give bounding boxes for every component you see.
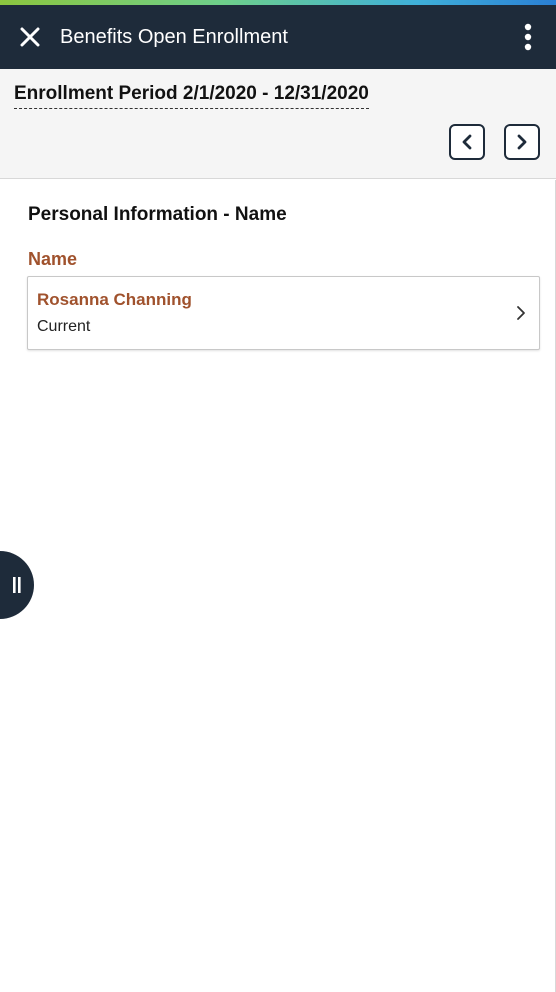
chevron-right-icon — [517, 134, 527, 150]
previous-button[interactable] — [449, 124, 485, 160]
next-button[interactable] — [504, 124, 540, 160]
name-status: Current — [37, 318, 91, 335]
section-title: Personal Information - Name — [28, 204, 287, 225]
chevron-right-icon — [517, 306, 525, 320]
chevron-left-icon — [462, 134, 472, 150]
close-button[interactable] — [0, 5, 60, 69]
group-label: Name — [28, 249, 78, 269]
vertical-ellipsis-icon — [524, 23, 532, 51]
pause-bars-icon — [13, 577, 21, 593]
app-header: Benefits Open Enrollment — [0, 5, 556, 69]
enrollment-period-bar: Enrollment Period 2/1/2020 - 12/31/2020 — [0, 69, 556, 179]
page-title: Benefits Open Enrollment — [60, 25, 288, 48]
more-options-button[interactable] — [508, 5, 548, 69]
enrollment-period-link[interactable]: Enrollment Period 2/1/2020 - 12/31/2020 — [14, 83, 369, 109]
side-panel-toggle[interactable] — [0, 551, 34, 619]
close-icon — [20, 27, 40, 47]
person-name: Rosanna Channing — [37, 290, 192, 309]
name-card[interactable]: Rosanna Channing Current — [27, 276, 540, 350]
